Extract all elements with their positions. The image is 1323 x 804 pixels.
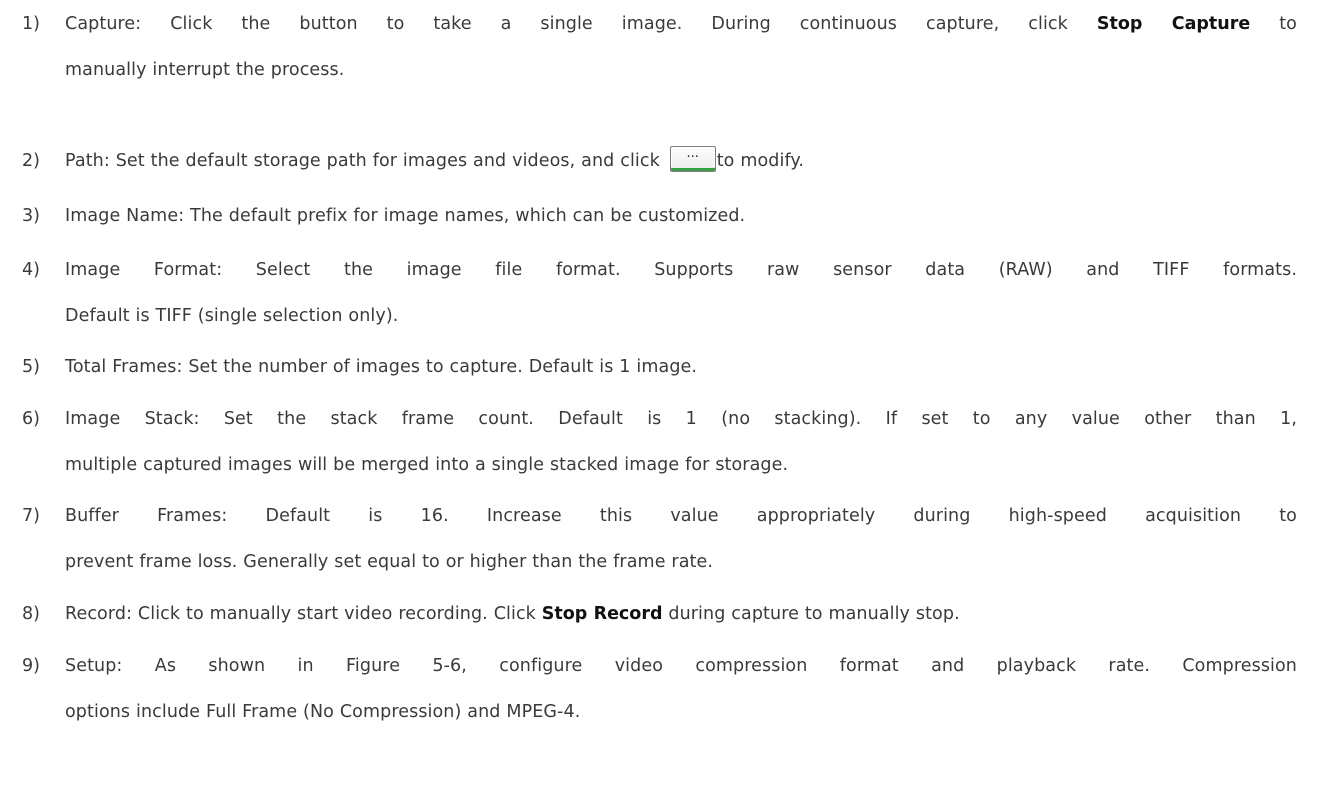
list-number: 9) <box>22 656 40 676</box>
list-text-line: Image Stack: Set the stack frame count. … <box>65 409 1297 429</box>
list-text-line: Record: Click to manually start video re… <box>65 604 960 624</box>
list-text-line: multiple captured images will be merged … <box>65 455 789 475</box>
stop-record-label: Stop Record <box>541 604 663 624</box>
list-text: Record: Click to manually start video re… <box>65 591 1297 637</box>
list-text-line: Default is TIFF (single selection only). <box>65 306 399 326</box>
list-text-line: prevent frame loss. Generally set equal … <box>65 552 714 572</box>
list-text: Path: Set the default storage path for i… <box>65 138 1297 184</box>
list-number: 6) <box>22 409 40 429</box>
list-number: 4) <box>22 260 40 280</box>
list-text: Image Format: Select the image file form… <box>65 247 1297 339</box>
list-number: 8) <box>22 604 40 624</box>
browse-path-button[interactable]: ... <box>669 146 716 172</box>
list-text: Buffer Frames: Default is 16. Increase t… <box>65 493 1297 585</box>
list-text-line: Image Format: Select the image file form… <box>65 260 1297 280</box>
stop-capture-label: Stop Capture <box>1096 14 1251 34</box>
list-number: 1) <box>22 14 40 34</box>
list-text: Image Name: The default prefix for image… <box>65 193 1297 239</box>
list-text-line: manually interrupt the process. <box>65 60 345 80</box>
list-text-line: Path: Set the default storage path for i… <box>65 146 805 172</box>
list-text-line: Total Frames: Set the number of images t… <box>65 357 698 377</box>
list-number: 7) <box>22 506 40 526</box>
list-text: Total Frames: Set the number of images t… <box>65 344 1297 390</box>
list-text-line: Capture: Click the button to take a sing… <box>65 14 1297 34</box>
list-text: Image Stack: Set the stack frame count. … <box>65 396 1297 488</box>
document-body: 1) Capture: Click the button to take a s… <box>0 0 1323 804</box>
list-number: 5) <box>22 357 40 377</box>
ellipsis-icon: ... <box>686 146 699 161</box>
list-text-line: options include Full Frame (No Compressi… <box>65 702 581 722</box>
list-text-line: Buffer Frames: Default is 16. Increase t… <box>65 506 1297 526</box>
list-number: 3) <box>22 206 40 226</box>
list-number: 2) <box>22 151 40 171</box>
list-text: Capture: Click the button to take a sing… <box>65 1 1297 93</box>
list-text-line: Setup: As shown in Figure 5-6, configure… <box>65 656 1297 676</box>
list-text-line: Image Name: The default prefix for image… <box>65 206 746 226</box>
list-text: Setup: As shown in Figure 5-6, configure… <box>65 643 1297 735</box>
